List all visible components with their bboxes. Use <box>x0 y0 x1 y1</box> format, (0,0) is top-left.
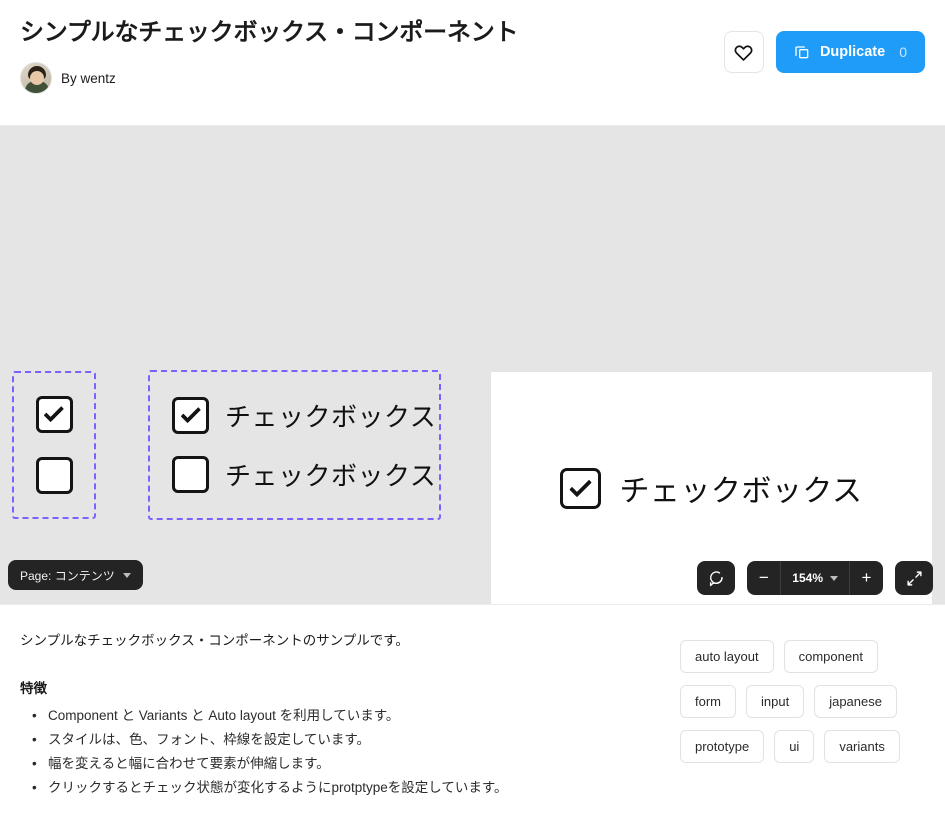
tag-component[interactable]: component <box>784 640 878 673</box>
checkbox-unchecked[interactable] <box>36 457 73 494</box>
list-item: スタイルは、色、フォント、枠線を設定しています。 <box>30 728 660 752</box>
frame-checkbox-states-compact[interactable] <box>12 371 96 519</box>
comment-bubble-icon <box>707 569 725 587</box>
zoom-in-button[interactable]: + <box>850 561 883 595</box>
tag-ui[interactable]: ui <box>774 730 814 763</box>
chevron-down-icon <box>123 573 131 578</box>
frame-checkbox-states-labeled[interactable]: チェックボックス チェックボックス <box>148 370 441 520</box>
canvas-toolbar: − 154% + <box>697 561 933 595</box>
comment-button[interactable] <box>697 561 735 595</box>
heart-icon <box>734 43 753 62</box>
zoom-out-button[interactable]: − <box>747 561 780 595</box>
zoom-level-label: 154% <box>792 571 823 585</box>
avatar-face <box>30 71 44 85</box>
expand-arrows-icon <box>906 570 923 587</box>
tag-prototype[interactable]: prototype <box>680 730 764 763</box>
header-actions: Duplicate 0 <box>724 31 925 73</box>
list-item: クリックするとチェック状態が変化するようにprotptypeを設定しています。 <box>30 776 660 800</box>
checkbox-checked[interactable] <box>560 468 601 509</box>
checkbox-label: チェックボックス <box>225 456 436 493</box>
tag-auto-layout[interactable]: auto layout <box>680 640 774 673</box>
author-name: By wentz <box>61 71 116 86</box>
description-intro: シンプルなチェックボックス・コンポーネントのサンプルです。 <box>20 631 660 651</box>
checkbox-unchecked[interactable] <box>172 456 209 493</box>
checkbox-checked[interactable] <box>172 397 209 434</box>
description-heading: 特徴 <box>20 677 660 697</box>
zoom-level-selector[interactable]: 154% <box>781 561 849 595</box>
like-button[interactable] <box>724 31 764 73</box>
page-selector[interactable]: Page: コンテンツ <box>8 560 143 590</box>
details-section: シンプルなチェックボックス・コンポーネントのサンプルです。 特徴 Compone… <box>0 605 945 815</box>
checkbox-label: チェックボックス <box>225 397 436 434</box>
checkbox-label: チェックボックス <box>619 466 862 510</box>
duplicate-button[interactable]: Duplicate 0 <box>776 31 925 73</box>
checkbox-row-unchecked-labeled[interactable]: チェックボックス <box>172 456 439 493</box>
checkbox-row-checked-labeled[interactable]: チェックボックス <box>172 397 439 434</box>
list-item: Component と Variants と Auto layout を利用して… <box>30 704 660 728</box>
description-block: シンプルなチェックボックス・コンポーネントのサンプルです。 特徴 Compone… <box>20 631 660 815</box>
chevron-down-icon <box>830 576 838 581</box>
tag-form[interactable]: form <box>680 685 736 718</box>
checkbox-row-preview[interactable]: チェックボックス <box>560 466 862 510</box>
page-header: シンプルなチェックボックス・コンポーネント By wentz Duplicate… <box>0 0 945 125</box>
checkmark-icon <box>569 474 592 497</box>
feature-list: Component と Variants と Auto layout を利用して… <box>20 704 660 800</box>
fullscreen-button[interactable] <box>895 561 933 595</box>
tag-list: auto layout component form input japanes… <box>680 631 925 815</box>
tag-variants[interactable]: variants <box>824 730 900 763</box>
checkbox-checked[interactable] <box>36 396 73 433</box>
page-selector-label: Page: コンテンツ <box>20 567 115 584</box>
copy-icon <box>794 44 810 60</box>
design-canvas[interactable]: チェックボックス チェックボックス チェックボックス Page: コンテンツ − <box>0 125 945 605</box>
checkbox-row-unchecked[interactable] <box>36 457 73 494</box>
checkbox-row-checked[interactable] <box>36 396 73 433</box>
checkmark-icon <box>44 402 64 422</box>
avatar <box>20 62 52 94</box>
duplicate-count: 0 <box>899 44 907 60</box>
tag-input[interactable]: input <box>746 685 804 718</box>
checkmark-icon <box>180 403 200 423</box>
tag-japanese[interactable]: japanese <box>814 685 897 718</box>
duplicate-label: Duplicate <box>820 44 885 60</box>
list-item: 幅を変えると幅に合わせて要素が伸縮します。 <box>30 752 660 776</box>
zoom-controls: − 154% + <box>747 561 883 595</box>
